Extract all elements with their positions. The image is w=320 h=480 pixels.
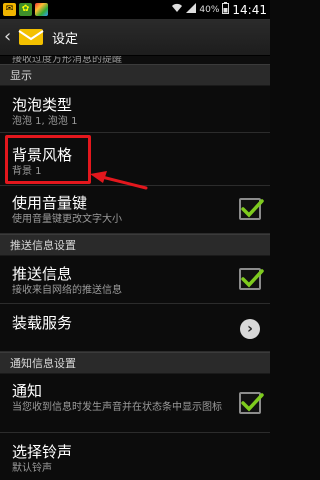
section-header-display: 显示 xyxy=(0,64,270,86)
clock: 14:41 xyxy=(232,2,267,17)
volume-key-checkbox[interactable] xyxy=(239,198,264,220)
section-notify-label: 通知信息设置 xyxy=(10,357,76,370)
checkmark-icon xyxy=(241,393,264,412)
push-message-summary: 接收来自网络的推送信息 xyxy=(12,285,122,296)
battery-icon xyxy=(222,2,230,17)
messaging-app-icon[interactable] xyxy=(18,27,44,47)
volume-key-title: 使用音量键 xyxy=(12,194,88,212)
partial-row: 接收过度方形消息的提醒 xyxy=(0,56,270,64)
app-notification-icon: ✿ xyxy=(19,3,32,16)
bubble-type-title: 泡泡类型 xyxy=(12,96,73,114)
loader-service-title: 装载服务 xyxy=(12,314,73,332)
gallery-notification-icon xyxy=(35,3,48,16)
wifi-icon xyxy=(171,3,183,16)
bubble-type-row[interactable]: 泡泡类型 泡泡 1, 泡泡 1 xyxy=(0,86,270,133)
notification-row[interactable]: 通知 当您收到信息时发生声音并在状态条中显示图标 xyxy=(0,374,270,433)
section-header-notify: 通知信息设置 xyxy=(0,352,270,374)
highlight-box xyxy=(5,135,91,184)
push-message-checkbox[interactable] xyxy=(239,268,264,290)
action-bar: ‹ 设定 xyxy=(0,19,270,56)
signal-icon xyxy=(186,3,197,16)
battery-percent: 40% xyxy=(199,4,220,15)
push-message-title: 推送信息 xyxy=(12,265,73,283)
back-chevron-icon[interactable]: ‹ xyxy=(4,28,16,46)
ringtone-title: 选择铃声 xyxy=(12,443,73,461)
status-bar: ✉ ✿ 40% 14:41 xyxy=(0,0,270,19)
section-push-label: 推送信息设置 xyxy=(10,239,76,252)
message-notification-icon: ✉ xyxy=(3,3,16,16)
checkmark-icon xyxy=(241,269,264,288)
ringtone-summary: 默认铃声 xyxy=(12,463,52,474)
notification-summary: 当您收到信息时发生声音并在状态条中显示图标 xyxy=(12,402,222,413)
bubble-type-summary: 泡泡 1, 泡泡 1 xyxy=(12,116,78,127)
checkmark-icon xyxy=(241,199,264,218)
volume-key-row[interactable]: 使用音量键 使用音量键更改文字大小 xyxy=(0,186,270,234)
partial-row-text: 接收过度方形消息的提醒 xyxy=(12,56,122,64)
loader-service-row[interactable]: 装载服务 › xyxy=(0,304,270,352)
annotation-arrow-icon xyxy=(90,171,148,190)
page-title: 设定 xyxy=(52,31,79,47)
volume-key-summary: 使用音量键更改文字大小 xyxy=(12,214,122,225)
notification-title: 通知 xyxy=(12,382,43,400)
section-display-label: 显示 xyxy=(10,69,32,82)
notification-checkbox[interactable] xyxy=(239,392,264,414)
chevron-right-icon[interactable]: › xyxy=(240,319,260,339)
ringtone-row[interactable]: 选择铃声 默认铃声 xyxy=(0,433,270,480)
push-message-row[interactable]: 推送信息 接收来自网络的推送信息 xyxy=(0,256,270,304)
section-header-push: 推送信息设置 xyxy=(0,234,270,256)
